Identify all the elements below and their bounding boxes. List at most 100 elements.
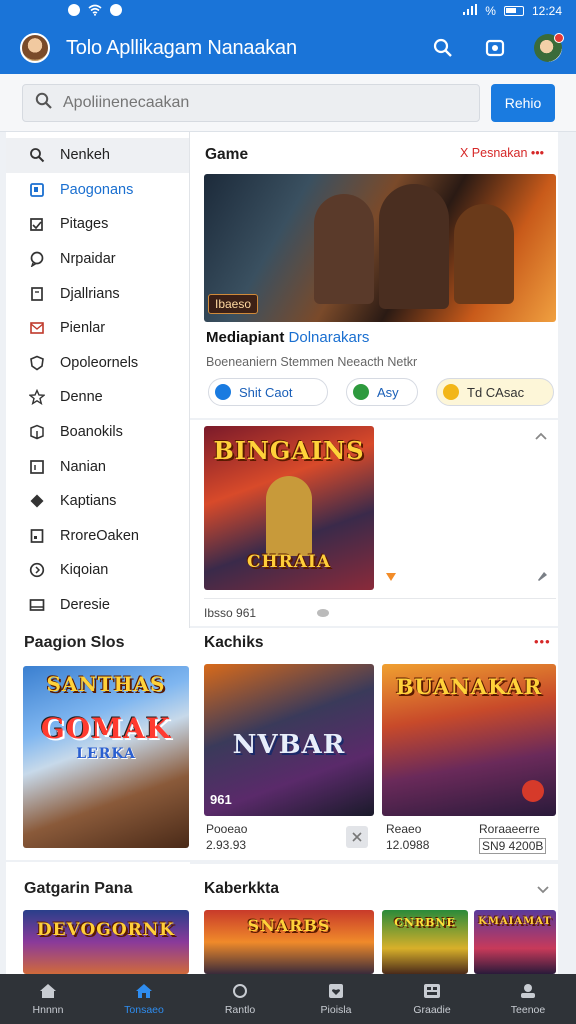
- app-title: Tolo Apllikagam Nanaakan: [66, 36, 297, 59]
- pill-shit-caot[interactable]: Shit Caot: [208, 378, 328, 406]
- chevron-down-icon[interactable]: [536, 882, 550, 900]
- sidebar-item-paogonans[interactable]: Paogonans: [6, 173, 189, 208]
- nav-item-rantlo[interactable]: Rantlo: [192, 974, 288, 1024]
- sidebar-item-label: Nanian: [60, 458, 106, 475]
- game-card-cnrbne[interactable]: CNRBNE: [382, 910, 468, 974]
- sidebar-item-rroreoaken[interactable]: RroreOaken: [6, 519, 189, 554]
- game-art-title: SNARBS: [247, 916, 331, 935]
- nav-item-tonsaeo[interactable]: Tonsaeo: [96, 974, 192, 1024]
- mail-icon: [28, 319, 46, 337]
- box-icon: [28, 423, 46, 441]
- game-art-sub2: LERKA: [76, 746, 136, 762]
- card-name: Pooeao: [206, 822, 248, 836]
- star-icon: [28, 388, 46, 406]
- sidebar-item-denne[interactable]: Denne: [6, 380, 189, 415]
- search-icon[interactable]: [430, 35, 456, 61]
- character-figure: [314, 194, 374, 304]
- camera-icon[interactable]: [482, 35, 508, 61]
- sidebar-item-label: Deresie: [60, 597, 110, 614]
- nav-item-pioisla[interactable]: Pioisla: [288, 974, 384, 1024]
- profile-avatar[interactable]: [534, 33, 564, 62]
- kachiks-panel: Kachiks ••• NVBAR 961 Pooeao 2.93.93 BUA…: [190, 628, 558, 860]
- game2-caption: Ibsso 961: [204, 606, 257, 620]
- sidebar-item-kaptians[interactable]: Kaptians: [6, 484, 189, 519]
- chevron-up-icon[interactable]: [534, 428, 548, 444]
- search-button[interactable]: Rehio: [491, 84, 555, 122]
- sidebar-item-label: Boanokils: [60, 424, 123, 441]
- see-all-label: X Pesnakan: [460, 146, 528, 160]
- sidebar-item-nenkeh[interactable]: Nenkeh: [6, 138, 189, 173]
- wifi-icon: [88, 4, 102, 19]
- nav-label: Graadie: [413, 1004, 451, 1016]
- character-figure: [266, 476, 312, 556]
- avatar[interactable]: [20, 33, 50, 63]
- flame-icon: [384, 570, 398, 588]
- game-card-buanakar[interactable]: BUANAKAR: [382, 664, 556, 816]
- game-card-snarbs[interactable]: SNARBS: [204, 910, 374, 974]
- battery-icon: [503, 6, 524, 16]
- sidebar: Nenkeh Paogonans Pitages Nrpaidar Djallr…: [6, 132, 190, 628]
- sidebar-item-label: Kaptians: [60, 493, 117, 510]
- character-figure: [379, 184, 449, 309]
- game-card-santhas[interactable]: SANTHAS GOMAK LERKA: [23, 666, 189, 848]
- featured-subtitle: Boeneaniern Stemmen Neeacth Netkr: [206, 355, 418, 369]
- pill-asy[interactable]: Asy: [346, 378, 418, 406]
- section-title-gatgarin: Gatgarin Pana: [24, 880, 133, 897]
- character-figure: [454, 204, 514, 304]
- pill-td-casac[interactable]: Td CAsac: [436, 378, 554, 406]
- pill-label: Td CAsac: [467, 384, 525, 400]
- battery-percent: %: [485, 4, 496, 18]
- sidebar-item-opoleornels[interactable]: Opoleornels: [6, 346, 189, 381]
- nav-item-graadie[interactable]: Graadie: [384, 974, 480, 1024]
- sidebar-item-boanokils[interactable]: Boanokils: [6, 415, 189, 450]
- featured-name: Mediapiant: [206, 329, 285, 346]
- signal-icon: [463, 4, 478, 18]
- sidebar-item-pienlar[interactable]: Pienlar: [6, 311, 189, 346]
- sidebar-item-deresie[interactable]: Deresie: [6, 588, 189, 623]
- game-art-subtitle: CHRAIA: [246, 552, 332, 572]
- sidebar-item-pitages[interactable]: Pitages: [6, 207, 189, 242]
- sidebar-item-nanian[interactable]: Nanian: [6, 449, 189, 484]
- sidebar-item-label: Kiqoian: [60, 562, 109, 579]
- more-icon[interactable]: •••: [534, 634, 551, 649]
- pill-dot-icon: [215, 384, 231, 400]
- game-banner-bingains[interactable]: BINGAINS CHRAIA: [204, 426, 374, 590]
- game-card-kmaiamat[interactable]: KMAIAMAT: [474, 910, 556, 974]
- document-icon: [28, 527, 46, 545]
- sidebar-item-label: Denne: [60, 389, 103, 406]
- tag-icon: [28, 215, 46, 233]
- diamond-icon: [28, 492, 46, 510]
- bookmark-icon: [28, 181, 46, 199]
- pin-icon[interactable]: [534, 568, 550, 589]
- sidebar-item-djallrians[interactable]: Djallrians: [6, 276, 189, 311]
- sidebar-item-kiqoian[interactable]: Kiqoian: [6, 553, 189, 588]
- game-art-title: DEVOGORNK: [36, 920, 176, 940]
- featured-name-accent: Dolnarakars: [288, 329, 370, 346]
- sidebar-item-label: Opoleornels: [60, 354, 139, 371]
- book-icon: [28, 285, 46, 303]
- card-icon: [28, 596, 46, 614]
- tag-icon: [316, 606, 330, 624]
- search-icon: [35, 92, 53, 115]
- search-box[interactable]: [22, 84, 480, 122]
- see-all-link[interactable]: X Pesnakan •••: [460, 146, 544, 160]
- refresh-icon: [230, 982, 250, 1000]
- nav-item-teenoe[interactable]: Teenoe: [480, 974, 576, 1024]
- game-card-nvbar[interactable]: NVBAR 961: [204, 664, 374, 816]
- sidebar-item-label: RroreOaken: [60, 527, 139, 544]
- close-icon[interactable]: [346, 826, 368, 848]
- sidebar-item-label: Nrpaidar: [60, 251, 116, 268]
- search-row: Rehio: [0, 74, 576, 132]
- nav-item-hnnnn[interactable]: Hnnnn: [0, 974, 96, 1024]
- sidebar-item-nrpaidar[interactable]: Nrpaidar: [6, 242, 189, 277]
- section-title-kachiks: Kachiks: [204, 634, 264, 651]
- card-extra-name: Roraaeerre: [479, 822, 540, 836]
- card-badge: 961: [210, 792, 232, 807]
- search-input[interactable]: [63, 94, 443, 112]
- game-card-devogornk[interactable]: DEVOGORNK: [23, 910, 189, 974]
- featured-banner[interactable]: Ibaeso: [204, 174, 556, 322]
- grid-icon: [422, 982, 442, 1000]
- featured-badge: Ibaeso: [208, 294, 259, 314]
- shield-icon: [28, 354, 46, 372]
- game-art-title: BUANAKAR: [395, 674, 543, 699]
